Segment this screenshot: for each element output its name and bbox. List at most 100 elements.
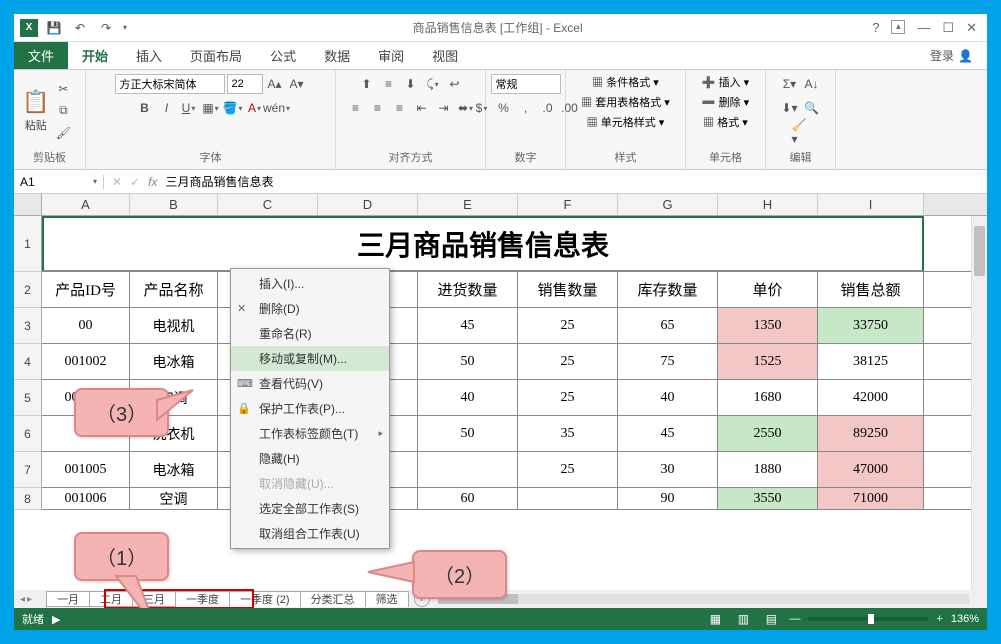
title-cell[interactable]: 三月商品销售信息表: [42, 216, 924, 271]
col-header-G[interactable]: G: [618, 194, 718, 215]
row-header[interactable]: 8: [14, 488, 42, 510]
indent-dec-icon[interactable]: ⇤: [412, 98, 432, 118]
autosum-icon[interactable]: Σ▾: [780, 74, 800, 94]
fx-icon[interactable]: fx: [148, 175, 157, 189]
cell[interactable]: [518, 488, 618, 509]
cell[interactable]: 30: [618, 452, 718, 487]
undo-icon[interactable]: ↶: [70, 18, 90, 38]
comma-icon[interactable]: ,: [516, 98, 536, 118]
save-icon[interactable]: 💾: [44, 18, 64, 38]
cell[interactable]: 50: [418, 416, 518, 451]
row-header[interactable]: 1: [14, 216, 42, 272]
cell[interactable]: 电视机: [130, 308, 218, 343]
border-button[interactable]: ▦▾: [201, 98, 221, 118]
cell[interactable]: 进货数量: [418, 272, 518, 307]
cell[interactable]: 00: [42, 308, 130, 343]
menu-item[interactable]: 插入(I)...: [231, 271, 389, 296]
format-cells-button[interactable]: ▦ 格式 ▾: [703, 114, 748, 130]
phonetic-button[interactable]: wén▾: [267, 98, 287, 118]
cut-icon[interactable]: ✂: [53, 79, 73, 99]
menu-item[interactable]: 隐藏(H): [231, 446, 389, 471]
formula-input[interactable]: 三月商品销售信息表: [165, 173, 273, 190]
percent-icon[interactable]: %: [494, 98, 514, 118]
cell[interactable]: 25: [518, 308, 618, 343]
cell[interactable]: 001002: [42, 344, 130, 379]
col-header-B[interactable]: B: [130, 194, 218, 215]
cell[interactable]: 65: [618, 308, 718, 343]
increase-font-icon[interactable]: A▴: [265, 74, 285, 94]
menu-item[interactable]: 工作表标签颜色(T): [231, 421, 389, 446]
cell[interactable]: 单价: [718, 272, 818, 307]
fill-icon[interactable]: ⬇▾: [780, 98, 800, 118]
tab-view[interactable]: 视图: [418, 42, 472, 69]
align-middle-icon[interactable]: ≡: [379, 74, 399, 94]
align-center-icon[interactable]: ≡: [368, 98, 388, 118]
cells-area[interactable]: 三月商品销售信息表产品ID号产品名称地进货数量销售数量库存数量单价销售总额00电…: [42, 216, 987, 510]
zoom-slider[interactable]: [808, 617, 928, 621]
tab-home[interactable]: 开始: [68, 42, 122, 69]
table-format-button[interactable]: ▦ 套用表格格式 ▾: [581, 94, 670, 110]
cell[interactable]: 电冰箱: [130, 452, 218, 487]
cell[interactable]: 产品ID号: [42, 272, 130, 307]
redo-icon[interactable]: ↷: [96, 18, 116, 38]
cell[interactable]: 35: [518, 416, 618, 451]
view-normal-icon[interactable]: ▦: [705, 609, 725, 629]
cell[interactable]: 25: [518, 380, 618, 415]
cell[interactable]: 25: [518, 452, 618, 487]
inc-decimal-icon[interactable]: .0: [538, 98, 558, 118]
tab-review[interactable]: 审阅: [364, 42, 418, 69]
cell[interactable]: 产品名称: [130, 272, 218, 307]
ribbon-options-icon[interactable]: ▴: [891, 20, 905, 34]
maximize-icon[interactable]: ☐: [942, 20, 954, 36]
cell[interactable]: 电冰箱: [130, 344, 218, 379]
menu-item[interactable]: 移动或复制(M)...: [231, 346, 389, 371]
cell[interactable]: 1880: [718, 452, 818, 487]
tab-formulas[interactable]: 公式: [256, 42, 310, 69]
cell[interactable]: 47000: [818, 452, 924, 487]
help-icon[interactable]: ?: [872, 20, 879, 36]
col-header-H[interactable]: H: [718, 194, 818, 215]
format-painter-icon[interactable]: 🖌: [53, 123, 73, 143]
status-record-icon[interactable]: ▶: [52, 613, 60, 626]
sheet-nav-first-icon[interactable]: ◂: [20, 594, 25, 605]
login-link[interactable]: 登录👤: [916, 47, 987, 64]
sort-icon[interactable]: A↓: [802, 74, 822, 94]
row-header[interactable]: 3: [14, 308, 42, 344]
col-header-E[interactable]: E: [418, 194, 518, 215]
cell[interactable]: 60: [418, 488, 518, 509]
cell[interactable]: 空调: [130, 488, 218, 509]
col-header-C[interactable]: C: [218, 194, 318, 215]
cell[interactable]: 90: [618, 488, 718, 509]
zoom-level[interactable]: 136%: [951, 613, 979, 625]
row-header[interactable]: 5: [14, 380, 42, 416]
close-icon[interactable]: ✕: [966, 20, 977, 36]
conditional-format-button[interactable]: ▦ 条件格式 ▾: [592, 74, 659, 90]
cell[interactable]: 75: [618, 344, 718, 379]
cell[interactable]: 38125: [818, 344, 924, 379]
cell[interactable]: [418, 452, 518, 487]
cancel-fx-icon[interactable]: ✕: [112, 175, 122, 189]
menu-item[interactable]: 重命名(R): [231, 321, 389, 346]
row-header[interactable]: 7: [14, 452, 42, 488]
paste-button[interactable]: 📋 粘贴: [22, 89, 49, 133]
cell[interactable]: 45: [618, 416, 718, 451]
delete-cells-button[interactable]: ➖ 删除 ▾: [702, 94, 749, 110]
horizontal-scrollbar[interactable]: [438, 594, 969, 604]
cell[interactable]: 45: [418, 308, 518, 343]
menu-item[interactable]: 取消组合工作表(U): [231, 521, 389, 546]
col-header-D[interactable]: D: [318, 194, 418, 215]
menu-item[interactable]: 🔒保护工作表(P)...: [231, 396, 389, 421]
currency-icon[interactable]: $▾: [472, 98, 492, 118]
sheet-tab[interactable]: 一季度: [175, 591, 230, 607]
copy-icon[interactable]: ⧉: [53, 101, 73, 121]
cell[interactable]: 42000: [818, 380, 924, 415]
orientation-icon[interactable]: ⤹▾: [423, 74, 443, 94]
font-size-select[interactable]: [227, 74, 263, 94]
bold-button[interactable]: B: [135, 98, 155, 118]
find-icon[interactable]: 🔍: [802, 98, 822, 118]
cell[interactable]: 2550: [718, 416, 818, 451]
fill-color-button[interactable]: 🪣▾: [223, 98, 243, 118]
cell[interactable]: 销售数量: [518, 272, 618, 307]
font-color-button[interactable]: A▾: [245, 98, 265, 118]
cell[interactable]: 销售总额: [818, 272, 924, 307]
